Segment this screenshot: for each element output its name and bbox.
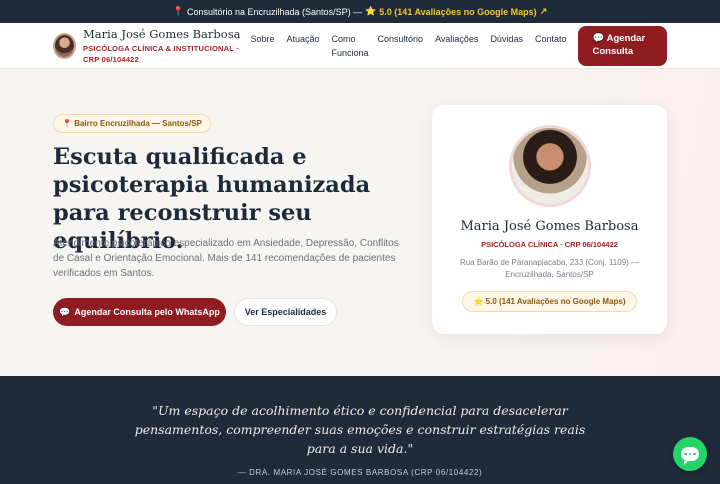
rating-badge[interactable]: ⭐ 5.0 (141 Avaliações no Google Maps)	[462, 291, 637, 312]
topbar-location: Consultório na Encruzilhada (Santos/SP) …	[186, 6, 363, 17]
schedule-button[interactable]: 💬 Agendar Consulta	[578, 25, 667, 66]
brand[interactable]: Maria José Gomes Barbosa PSICÓLOGA CLÍNI…	[83, 27, 240, 65]
whatsapp-schedule-button[interactable]: 💬 Agendar Consulta pelo WhatsApp	[53, 298, 226, 326]
profile-card: Maria José Gomes Barbosa PSICÓLOGA CLÍNI…	[432, 105, 667, 334]
main-nav: Maria José Gomes Barbosa PSICÓLOGA CLÍNI…	[0, 23, 720, 69]
whatsapp-schedule-label: Agendar Consulta pelo WhatsApp	[74, 307, 220, 317]
external-link-icon: ↗	[539, 6, 548, 16]
specialties-button[interactable]: Ver Especialidades	[234, 298, 337, 326]
brand-name: Maria José Gomes Barbosa	[83, 26, 241, 41]
hero-section: 📍 Bairro Encruzilhada — Santos/SP Escuta…	[0, 69, 720, 376]
profile-role: PSICÓLOGA CLÍNICA · CRP 06/104422	[481, 240, 618, 249]
quote-author: — DRA. MARIA JOSÉ GOMES BARBOSA (CRP 06/…	[237, 468, 483, 477]
whatsapp-chat-icon	[681, 447, 699, 465]
topbar-rating-link[interactable]: 5.0 (141 Avaliações no Google Maps)	[379, 7, 536, 17]
pin-icon: 📍	[172, 6, 184, 16]
profile-name: Maria José Gomes Barbosa	[460, 219, 639, 234]
chat-icon: 💬	[592, 32, 605, 44]
nav-item-contato[interactable]: Contato	[535, 32, 567, 46]
rating-badge-text: 5.0 (141 Avaliações no Google Maps)	[485, 297, 626, 306]
quote-text: "Um espaço de acolhimento ético e confid…	[134, 403, 586, 456]
nav-item-avaliacoes[interactable]: Avaliações	[435, 32, 478, 46]
avatar	[53, 32, 77, 59]
hero-lead: Atendimento psicoterápico especializado …	[53, 238, 399, 279]
star-icon: ⭐	[365, 6, 377, 16]
nav-item-sobre[interactable]: Sobre	[250, 32, 274, 46]
location-chip: 📍 Bairro Encruzilhada — Santos/SP	[53, 114, 211, 133]
profile-photo	[508, 125, 591, 207]
nav-item-como-funciona[interactable]: Como Funciona	[332, 32, 369, 60]
whatsapp-float-button[interactable]	[673, 437, 707, 471]
nav-menu: Sobre Atuação Como Funciona Consultório …	[250, 32, 578, 60]
chat-icon: 💬	[59, 306, 71, 317]
star-icon: ⭐	[473, 297, 484, 306]
location-chip-text: Bairro Encruzilhada — Santos/SP	[74, 119, 202, 128]
nav-item-consultorio[interactable]: Consultório	[378, 32, 424, 46]
pin-icon: 📍	[62, 119, 72, 128]
brand-subtitle: PSICÓLOGA CLÍNICA & INSTITUCIONAL · CRP …	[83, 43, 239, 64]
nav-item-duvidas[interactable]: Dúvidas	[490, 32, 523, 46]
profile-address: Rua Barão de Paranapiacaba, 233 (Conj. 1…	[459, 258, 640, 279]
quote-section: "Um espaço de acolhimento ético e confid…	[0, 376, 720, 484]
top-announcement-bar: 📍 Consultório na Encruzilhada (Santos/SP…	[0, 0, 720, 23]
nav-item-atuacao[interactable]: Atuação	[287, 32, 320, 46]
